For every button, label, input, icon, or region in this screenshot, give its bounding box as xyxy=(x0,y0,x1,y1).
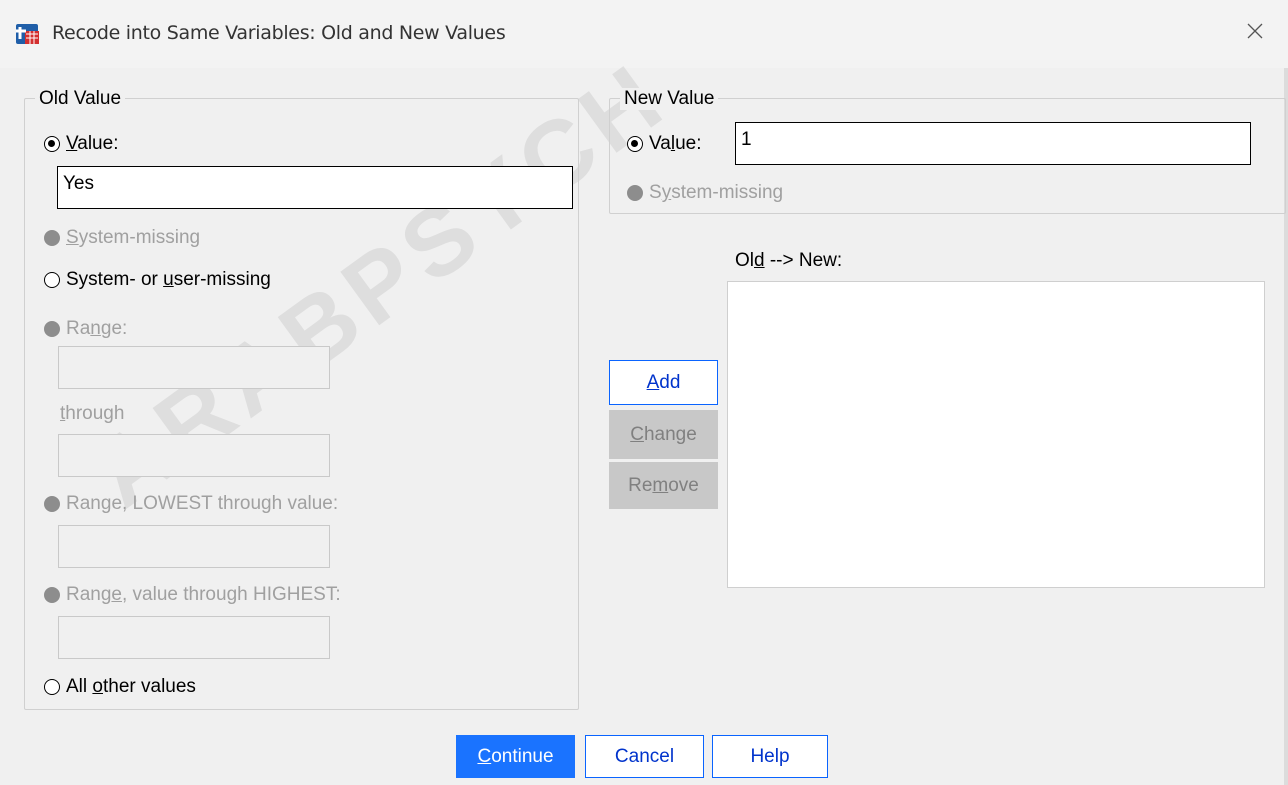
add-button-label: Add xyxy=(646,371,681,393)
range-lowest-label: Range, LOWEST through value: xyxy=(66,493,339,514)
close-icon[interactable] xyxy=(1244,20,1266,42)
range-label: Range: xyxy=(66,318,128,339)
range-lowest-radio-button xyxy=(44,496,60,512)
sys-or-user-missing-label: System- or user-missing xyxy=(66,269,271,290)
window-title: Recode into Same Variables: Old and New … xyxy=(52,22,506,44)
new-value-radio-button[interactable] xyxy=(627,136,643,152)
continue-button[interactable]: Continue xyxy=(456,735,575,778)
range-highest-radio: Range, value through HIGHEST: xyxy=(44,584,341,606)
spss-app-icon xyxy=(16,24,39,44)
remove-button-label: Remove xyxy=(628,474,699,496)
new-system-missing-radio: System-missing xyxy=(627,182,783,204)
cancel-button[interactable]: Cancel xyxy=(585,735,704,778)
old-system-missing-radio: System-missing xyxy=(44,227,200,249)
sys-or-user-missing-radio-button[interactable] xyxy=(44,272,60,288)
new-system-missing-label: System-missing xyxy=(649,182,784,203)
all-other-values-radio[interactable]: All other values xyxy=(44,676,196,698)
range-lowest-radio: Range, LOWEST through value: xyxy=(44,493,338,515)
old-value-radio[interactable]: Value: xyxy=(44,133,118,155)
sys-or-user-missing-radio[interactable]: System- or user-missing xyxy=(44,269,271,291)
help-button[interactable]: Help xyxy=(712,735,828,778)
range-radio: Range: xyxy=(44,318,127,340)
new-value-label: New Value xyxy=(620,88,719,110)
range-highest-label: Range, value through HIGHEST: xyxy=(66,584,341,605)
all-other-values-label: All other values xyxy=(66,676,196,697)
range-highest-input xyxy=(58,616,330,659)
old-value-input[interactable]: Yes xyxy=(57,166,573,209)
old-system-missing-label: System-missing xyxy=(66,227,201,248)
new-value-radio[interactable]: Value: xyxy=(627,133,702,155)
range-to-input xyxy=(58,434,330,477)
change-button-label: Change xyxy=(630,423,697,445)
continue-button-label: Continue xyxy=(477,745,554,767)
through-label: through xyxy=(60,403,125,424)
change-button: Change xyxy=(609,410,718,459)
range-radio-button xyxy=(44,321,60,337)
new-value-radio-label: Value: xyxy=(649,133,702,154)
remove-button: Remove xyxy=(609,462,718,509)
old-value-radio-button[interactable] xyxy=(44,136,60,152)
old-value-label: Old Value xyxy=(35,88,126,110)
range-lowest-input xyxy=(58,525,330,568)
new-system-missing-radio-button xyxy=(627,185,643,201)
title-bar: Recode into Same Variables: Old and New … xyxy=(0,0,1288,68)
range-from-input xyxy=(58,346,330,389)
range-highest-radio-button xyxy=(44,587,60,603)
mapping-list[interactable] xyxy=(727,281,1265,588)
all-other-values-radio-button[interactable] xyxy=(44,679,60,695)
new-value-input[interactable]: 1 xyxy=(735,122,1251,165)
mapping-list-label: Old --> New: xyxy=(735,250,843,271)
old-system-missing-radio-button xyxy=(44,230,60,246)
old-value-radio-label: Value: xyxy=(66,133,119,154)
add-button[interactable]: Add xyxy=(609,360,718,405)
